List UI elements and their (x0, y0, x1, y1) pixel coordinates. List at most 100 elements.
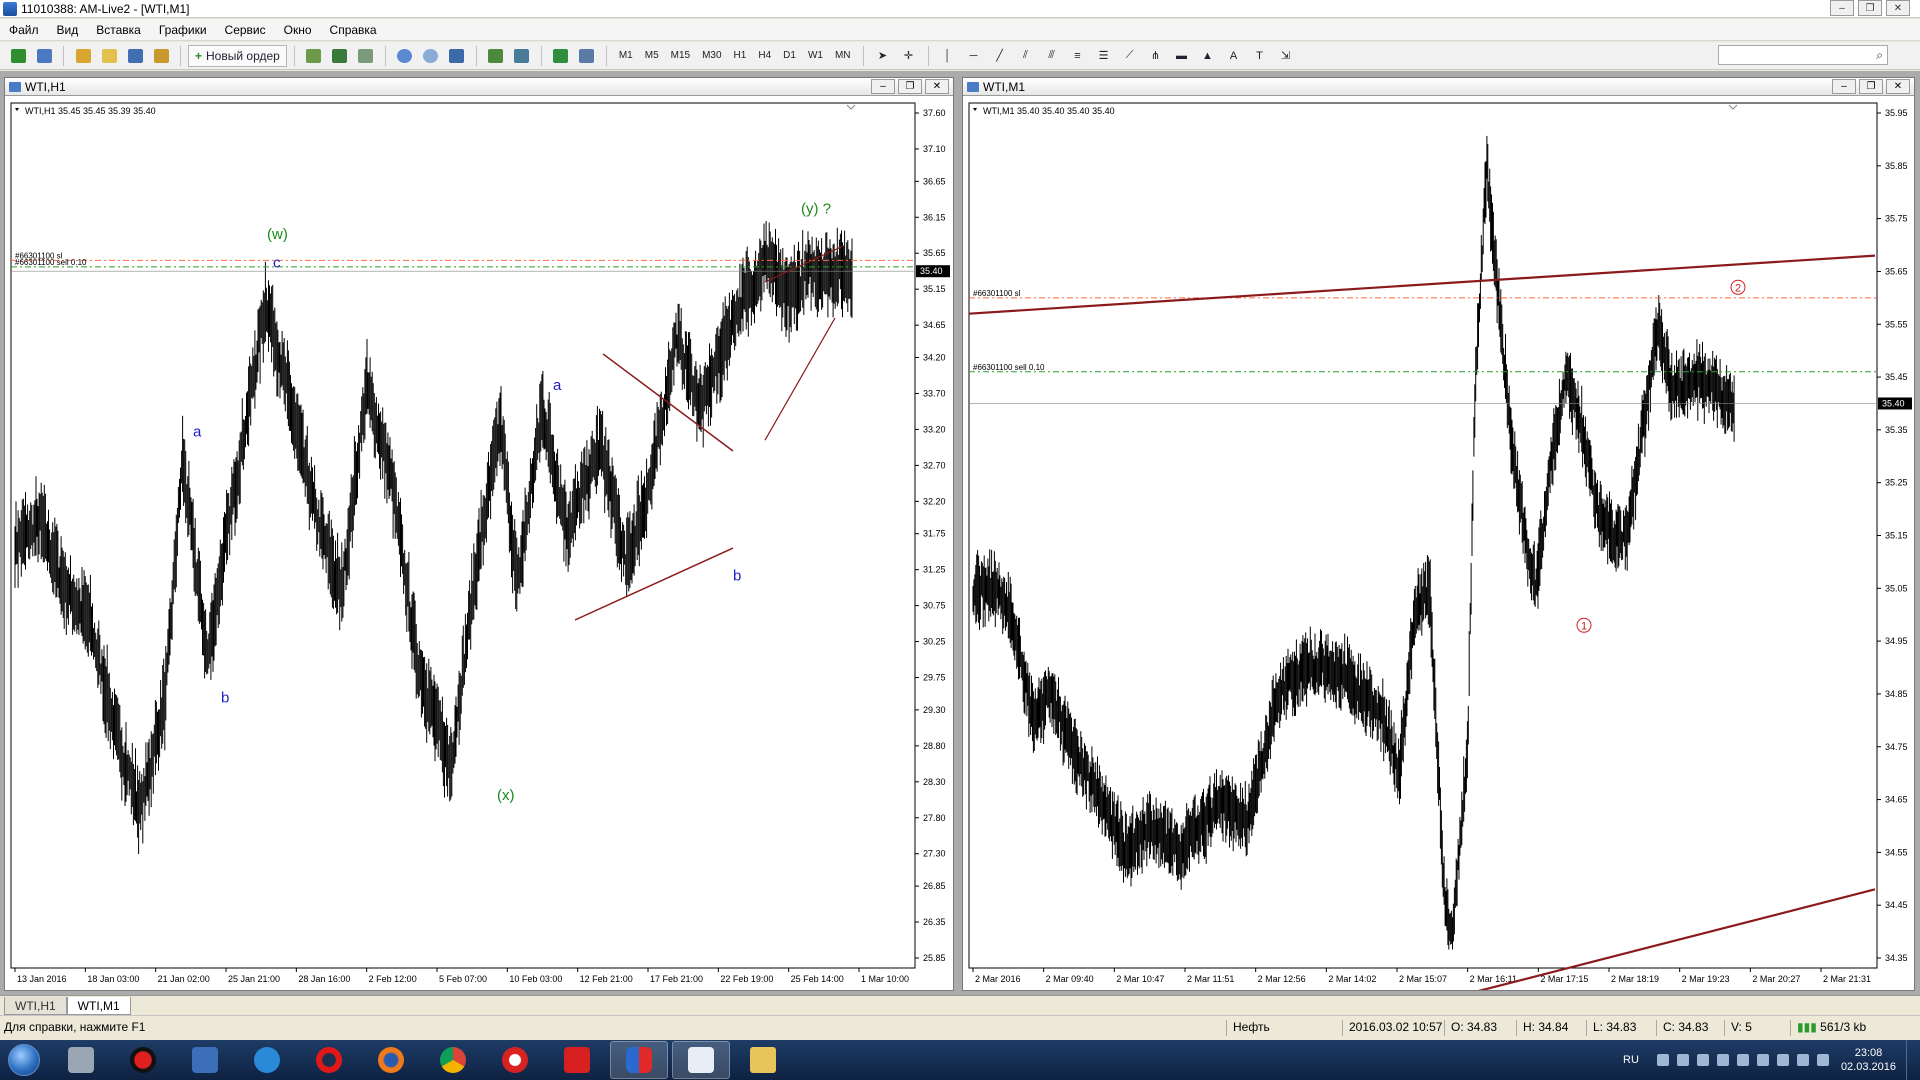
close-button[interactable]: ✕ (1886, 0, 1910, 16)
tray-volume-icon[interactable] (1816, 1054, 1829, 1066)
fibo-ext-icon[interactable]: ☰ (1092, 45, 1116, 67)
chart-restore-button[interactable]: ❐ (898, 79, 922, 94)
price-chart-m1[interactable]: WTI,M1 35.40 35.40 35.40 35.40 35.95 35.85… (963, 97, 1914, 990)
menu-tools[interactable]: Сервис (216, 23, 275, 37)
fibonacci-icon[interactable]: ≡ (1066, 45, 1090, 67)
timeframe-mn[interactable]: MN (830, 50, 856, 61)
chart-window-titlebar[interactable]: WTI,M1 – ❐ ✕ (963, 78, 1914, 96)
start-button[interactable] (0, 1040, 48, 1080)
zoom-out-icon[interactable] (419, 45, 443, 67)
fibo-fan-icon[interactable]: ⟋ (1118, 45, 1142, 67)
taskbar-opera[interactable] (300, 1041, 358, 1079)
autoscroll-icon[interactable] (484, 45, 508, 67)
record-icon (130, 1047, 156, 1073)
price-chart-h1[interactable]: WTI,H1 35.45 35.45 35.39 35.40 37.60 37.10… (5, 97, 953, 990)
tray-app-icon[interactable] (1656, 1054, 1669, 1066)
chart-shift-icon[interactable] (510, 45, 534, 67)
tray-app-icon[interactable] (1756, 1054, 1769, 1066)
equidistant-channel-icon[interactable]: ⫽ (1014, 45, 1038, 67)
taskbar-recorder[interactable] (114, 1041, 172, 1079)
chart-close-button[interactable]: ✕ (925, 79, 949, 94)
rectangle-icon[interactable]: ▬ (1170, 45, 1194, 67)
text-label-icon[interactable]: T (1248, 45, 1272, 67)
gann-icon[interactable]: ⫻ (1040, 45, 1064, 67)
triangle-icon[interactable]: ▲ (1196, 45, 1220, 67)
chart-window-wti-m1[interactable]: WTI,M1 – ❐ ✕ WTI,M1 35.40 35.40 35.40 35… (962, 77, 1915, 991)
restore-button[interactable]: ❐ (1858, 0, 1882, 16)
timeframe-m5[interactable]: M5 (640, 50, 664, 61)
tray-app-icon[interactable] (1736, 1054, 1749, 1066)
trendline-icon[interactable]: ╱ (988, 45, 1012, 67)
timeframe-m30[interactable]: M30 (697, 50, 726, 61)
taskbar-checkmark-app[interactable] (672, 1041, 730, 1079)
clock-date: 02.03.2016 (1840, 1061, 1896, 1073)
timeframe-m1[interactable]: M1 (614, 50, 638, 61)
chart-window-titlebar[interactable]: WTI,H1 – ❐ ✕ (5, 78, 953, 96)
indicators-icon[interactable] (549, 45, 573, 67)
status-profile: Нефть (1226, 1020, 1342, 1036)
profiles-icon[interactable] (32, 45, 56, 67)
tray-app-icon[interactable] (1676, 1054, 1689, 1066)
menu-window[interactable]: Окно (275, 23, 321, 37)
chart-window-wti-h1[interactable]: WTI,H1 – ❐ ✕ WTI,H1 35.45 35.45 35.39 35… (4, 77, 954, 991)
candlestick-icon[interactable] (328, 45, 352, 67)
bar-chart-icon[interactable] (302, 45, 326, 67)
search-input[interactable]: ⌕ (1718, 45, 1888, 65)
time-axis-label: 1 Mar 10:00 (861, 974, 909, 984)
taskbar-ig[interactable] (548, 1041, 606, 1079)
periods-icon[interactable] (575, 45, 599, 67)
status-traffic-text: 561/3 kb (1820, 1020, 1867, 1034)
cursor-icon[interactable]: ➤ (871, 45, 895, 67)
taskbar-internet-explorer[interactable] (238, 1041, 296, 1079)
tray-app-icon[interactable] (1716, 1054, 1729, 1066)
timeframe-w1[interactable]: W1 (803, 50, 828, 61)
text-icon[interactable]: A (1222, 45, 1246, 67)
crosshair-icon[interactable]: ✛ (897, 45, 921, 67)
menu-view[interactable]: Вид (48, 23, 88, 37)
data-window-icon[interactable] (97, 45, 121, 67)
timeframe-h1[interactable]: H1 (729, 50, 752, 61)
menu-charts[interactable]: Графики (150, 23, 216, 37)
taskbar-clock[interactable]: 23:08 02.03.2016 (1841, 1046, 1896, 1074)
chart-header-text: WTI,H1 35.45 35.45 35.39 35.40 (25, 106, 156, 116)
navigator-icon[interactable] (123, 45, 147, 67)
horizontal-line-icon[interactable]: ─ (962, 45, 986, 67)
show-desktop-button[interactable] (1906, 1040, 1920, 1080)
tab-wti-m1[interactable]: WTI,M1 (66, 997, 131, 1015)
chart-close-button[interactable]: ✕ (1886, 79, 1910, 94)
taskbar-explorer[interactable] (52, 1041, 110, 1079)
wave-label: b (733, 567, 741, 584)
language-indicator[interactable]: RU (1623, 1054, 1639, 1066)
taskbar-remote-desktop[interactable] (176, 1041, 234, 1079)
menu-insert[interactable]: Вставка (87, 23, 150, 37)
arrows-icon[interactable]: ⇲ (1274, 45, 1298, 67)
chart-restore-button[interactable]: ❐ (1859, 79, 1883, 94)
menu-help[interactable]: Справка (321, 23, 386, 37)
terminal-icon[interactable] (149, 45, 173, 67)
line-chart-icon[interactable] (354, 45, 378, 67)
tab-wti-h1[interactable]: WTI,H1 (4, 997, 67, 1015)
taskbar-firefox[interactable] (362, 1041, 420, 1079)
timeframe-m15[interactable]: M15 (666, 50, 695, 61)
market-watch-icon[interactable] (71, 45, 95, 67)
taskbar-file-manager[interactable] (734, 1041, 792, 1079)
new-chart-icon[interactable] (6, 45, 30, 67)
minimize-button[interactable]: – (1830, 0, 1854, 16)
taskbar-chrome[interactable] (424, 1041, 482, 1079)
vertical-line-icon[interactable]: │ (936, 45, 960, 67)
tray-app-icon[interactable] (1696, 1054, 1709, 1066)
tray-network-icon[interactable] (1796, 1054, 1809, 1066)
timeframe-h4[interactable]: H4 (753, 50, 776, 61)
new-order-button[interactable]: + Новый ордер (188, 44, 287, 67)
menu-file[interactable]: Файл (0, 23, 48, 37)
tile-windows-icon[interactable] (445, 45, 469, 67)
andrews-pitchfork-icon[interactable]: ⋔ (1144, 45, 1168, 67)
price-axis-label: 34.75 (1885, 742, 1908, 752)
chart-minimize-button[interactable]: – (871, 79, 895, 94)
tray-app-icon[interactable] (1776, 1054, 1789, 1066)
zoom-in-icon[interactable] (393, 45, 417, 67)
taskbar-yandex[interactable] (486, 1041, 544, 1079)
timeframe-d1[interactable]: D1 (778, 50, 801, 61)
taskbar-metatrader[interactable] (610, 1041, 668, 1079)
chart-minimize-button[interactable]: – (1832, 79, 1856, 94)
